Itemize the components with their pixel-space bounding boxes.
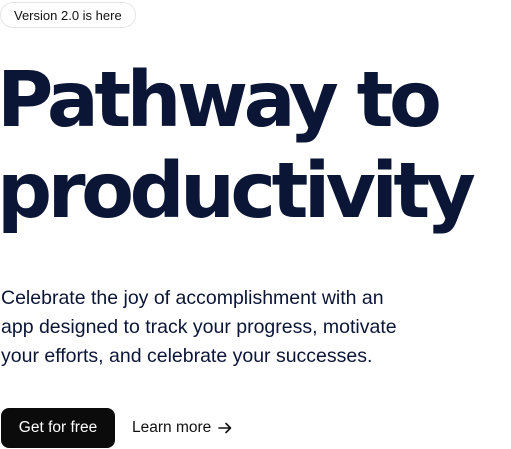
version-badge-label: Version 2.0 is here	[14, 7, 122, 23]
hero-headline: Pathway to productivity	[0, 55, 476, 237]
hero-subtitle: Celebrate the joy of accomplishment with…	[1, 284, 511, 371]
subtitle-line-1: Celebrate the joy of accomplishment with…	[1, 287, 384, 309]
headline-line-2: productivity	[0, 147, 476, 236]
get-for-free-button[interactable]: Get for free	[1, 408, 115, 448]
headline-line-1: Pathway to	[0, 56, 442, 145]
arrow-right-icon	[218, 421, 232, 435]
get-for-free-label: Get for free	[18, 419, 98, 436]
learn-more-link[interactable]: Learn more	[132, 408, 232, 448]
version-badge[interactable]: Version 2.0 is here	[0, 2, 136, 28]
learn-more-label: Learn more	[132, 419, 212, 436]
subtitle-line-3: your efforts, and celebrate your success…	[1, 345, 373, 367]
subtitle-line-2: app designed to track your progress, mot…	[1, 316, 397, 338]
